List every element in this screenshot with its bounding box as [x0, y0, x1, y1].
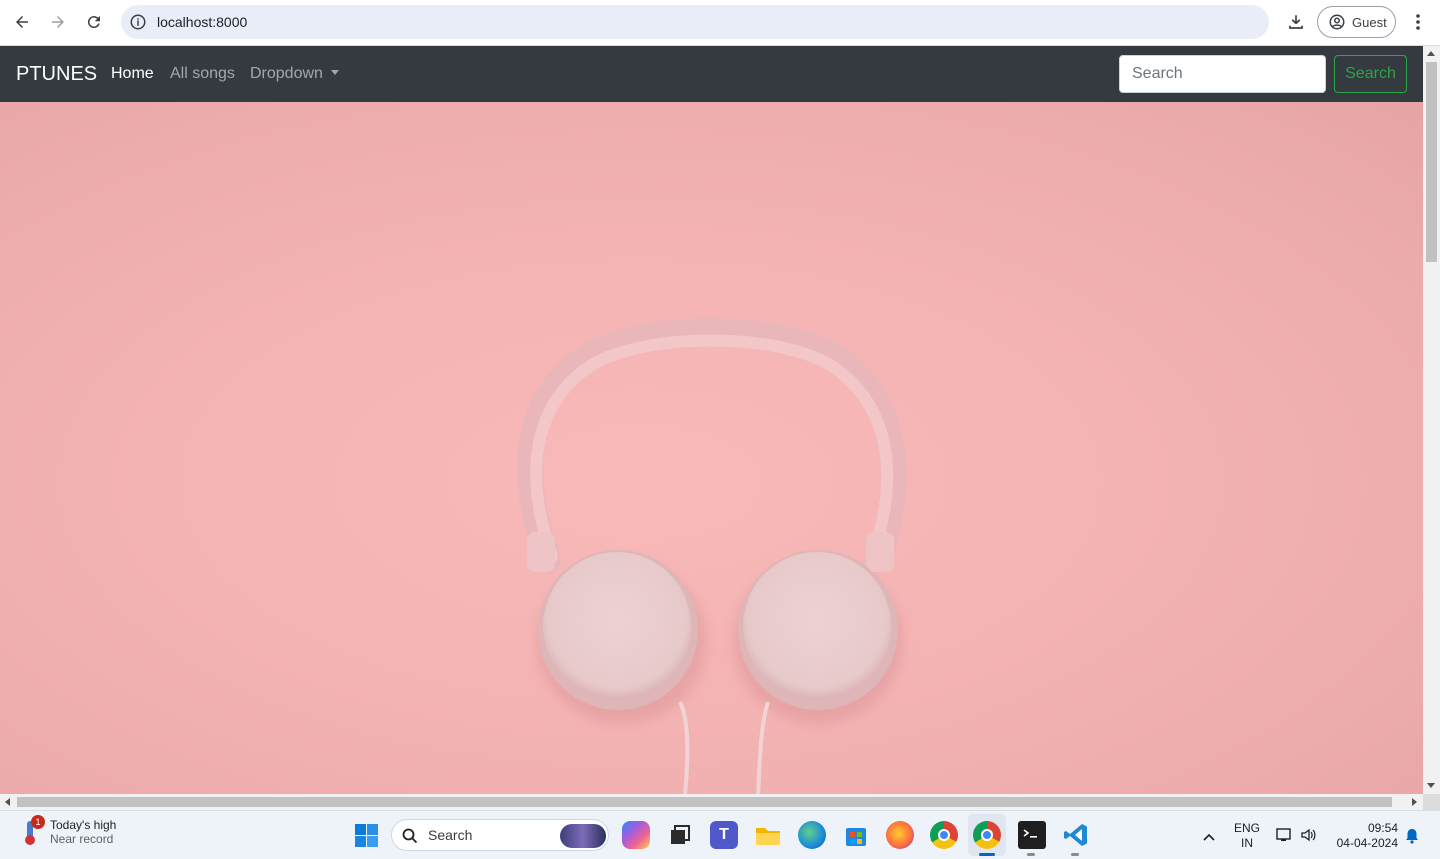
site-navbar: PTUNES Home All songs Dropdown Search: [0, 46, 1423, 102]
search-button[interactable]: Search: [1334, 55, 1407, 93]
language-indicator[interactable]: ENG IN: [1234, 821, 1260, 851]
chrome-icon[interactable]: [930, 821, 958, 849]
thermometer-icon: 1: [18, 815, 45, 847]
site-info-icon[interactable]: [129, 13, 147, 31]
page-viewport: PTUNES Home All songs Dropdown Search: [0, 46, 1423, 794]
nav-dropdown[interactable]: Dropdown: [250, 65, 339, 83]
brand-link[interactable]: PTUNES: [16, 63, 97, 86]
clock-date: 04-04-2024: [1336, 836, 1398, 850]
scroll-down-icon[interactable]: [1427, 783, 1435, 788]
scrollbar-corner: [1423, 794, 1440, 810]
reload-icon[interactable]: [81, 9, 107, 35]
notification-badge: 1: [31, 815, 45, 829]
scroll-up-icon[interactable]: [1427, 51, 1435, 56]
weather-widget[interactable]: 1 Today's high Near record: [18, 815, 117, 847]
nav-all-songs[interactable]: All songs: [170, 65, 235, 83]
search-highlight-icon: [560, 824, 606, 848]
vertical-scrollbar[interactable]: [1423, 46, 1440, 794]
running-indicator-2: [1071, 853, 1079, 856]
headphones-illustration: [517, 318, 907, 794]
search-icon: [402, 828, 418, 844]
vertical-scroll-thumb[interactable]: [1426, 62, 1437, 262]
chrome-active-icon[interactable]: [973, 821, 1001, 849]
file-explorer-icon[interactable]: [754, 821, 782, 849]
notification-bell-icon[interactable]: [1405, 828, 1419, 849]
search-input[interactable]: [1119, 55, 1326, 93]
more-menu-icon[interactable]: [1406, 9, 1430, 35]
profile-label: Guest: [1352, 14, 1387, 30]
browser-toolbar: localhost:8000 Guest: [0, 0, 1440, 46]
scroll-right-icon[interactable]: [1412, 798, 1417, 806]
teams-icon[interactable]: T: [710, 821, 738, 849]
account-circle-icon: [1329, 14, 1345, 30]
clock-time: 09:54: [1367, 821, 1398, 835]
nav-home[interactable]: Home: [111, 65, 154, 83]
running-indicator: [1027, 853, 1035, 856]
hero-image: [0, 102, 1423, 794]
task-view-icon[interactable]: [666, 821, 694, 849]
clock[interactable]: 09:54 04-04-2024: [1332, 821, 1398, 851]
language-line2: IN: [1241, 836, 1253, 850]
active-indicator: [979, 853, 995, 856]
back-icon[interactable]: [9, 9, 35, 35]
vscode-icon[interactable]: [1062, 821, 1090, 849]
taskbar-search-label: Search: [428, 827, 473, 843]
forward-icon[interactable]: [45, 9, 71, 35]
address-bar[interactable]: localhost:8000: [121, 5, 1269, 39]
windows-taskbar: 1 Today's high Near record Search T ENG …: [0, 810, 1440, 859]
copilot-icon[interactable]: [622, 821, 650, 849]
firefox-icon[interactable]: [886, 821, 914, 849]
scroll-left-icon[interactable]: [5, 798, 10, 806]
store-icon[interactable]: [842, 821, 870, 849]
terminal-icon[interactable]: [1018, 821, 1046, 849]
profile-button[interactable]: Guest: [1317, 6, 1396, 38]
taskbar-search-box[interactable]: Search: [391, 819, 609, 851]
nav-dropdown-label: Dropdown: [250, 65, 323, 82]
volume-icon[interactable]: [1300, 827, 1318, 848]
horizontal-scroll-thumb[interactable]: [17, 797, 1392, 807]
url-text: localhost:8000: [157, 14, 248, 30]
network-icon[interactable]: [1276, 827, 1294, 848]
windows-start-icon[interactable]: [355, 824, 378, 847]
language-line1: ENG: [1234, 821, 1261, 835]
download-icon[interactable]: [1283, 9, 1309, 35]
weather-title: Today's high: [50, 818, 117, 832]
edge-icon[interactable]: [798, 821, 826, 849]
chevron-up-icon[interactable]: [1202, 829, 1216, 847]
weather-subtitle: Near record: [50, 832, 114, 846]
caret-down-icon: [330, 70, 339, 75]
horizontal-scrollbar[interactable]: [0, 794, 1423, 810]
